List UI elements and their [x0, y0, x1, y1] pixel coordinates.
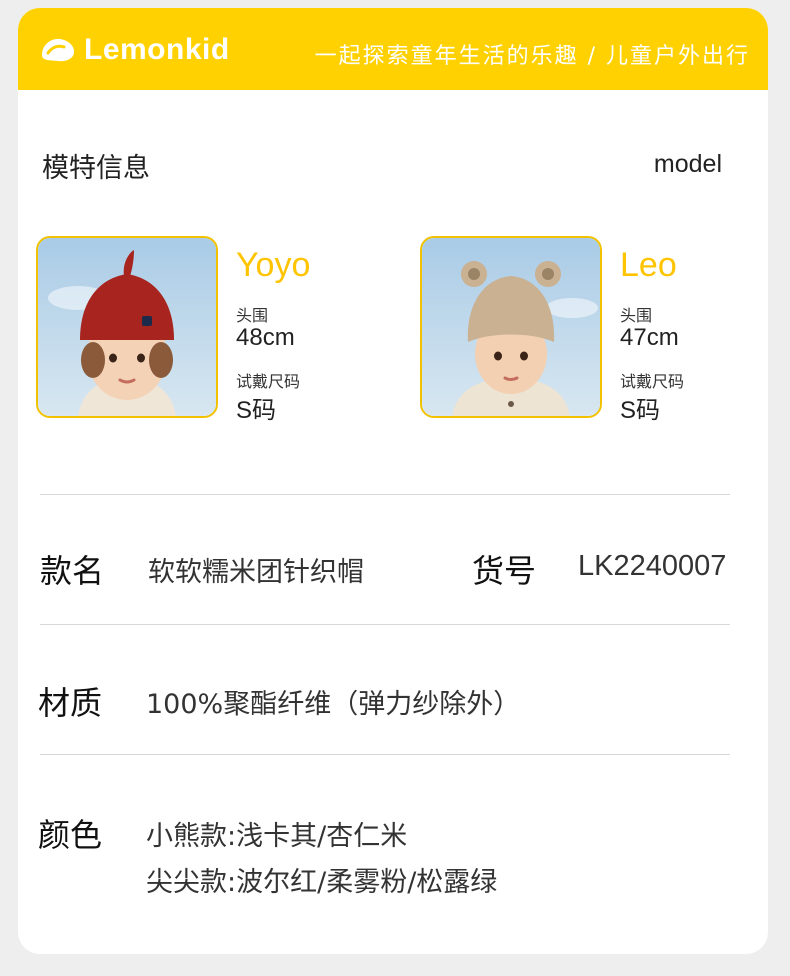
head-value: 48cm	[236, 324, 295, 351]
head-label: 头围	[236, 306, 269, 325]
divider	[40, 754, 730, 755]
brand-name: Lemonkid	[84, 33, 230, 66]
model-name: Leo	[620, 246, 677, 284]
slogan: 一起探索童年生活的乐趣 / 儿童户外出行	[314, 44, 750, 69]
model-card-yoyo: Yoyo 头围 48cm 试戴尺码 S码	[36, 236, 376, 424]
sku-value: LK2240007	[578, 550, 727, 582]
size-label: 试戴尺码	[620, 372, 685, 391]
product-info-card: Lemonkid 一起探索童年生活的乐趣 / 儿童户外出行 模特信息 model	[18, 8, 768, 954]
color-line-bear: 小熊款:浅卡其/杏仁米	[146, 821, 408, 852]
material-label: 材质	[38, 684, 103, 722]
material-value: 100%聚酯纤维（弹力纱除外）	[146, 689, 521, 720]
header-banner: Lemonkid 一起探索童年生活的乐趣 / 儿童户外出行	[18, 8, 768, 90]
color-line-pointy: 尖尖款:波尔红/柔雾粉/松露绿	[146, 867, 498, 898]
divider	[40, 624, 730, 625]
sku-label: 货号	[472, 552, 537, 590]
model-photo-leo	[420, 236, 602, 418]
lemon-logo-icon	[42, 38, 75, 62]
size-label: 试戴尺码	[236, 372, 301, 391]
style-name-label: 款名	[40, 552, 105, 590]
brand-logo: Lemonkid	[38, 32, 230, 68]
model-name: Yoyo	[236, 246, 311, 284]
size-value: S码	[236, 397, 277, 424]
head-label: 头围	[620, 306, 653, 325]
models-section-title-en: model	[653, 150, 722, 178]
divider	[40, 494, 730, 495]
style-name-value: 软软糯米团针织帽	[148, 557, 364, 588]
models-section-title: 模特信息	[42, 153, 150, 184]
size-value: S码	[620, 397, 661, 424]
color-label: 颜色	[38, 816, 103, 854]
model-photo-yoyo	[36, 236, 218, 418]
head-value: 47cm	[620, 324, 679, 351]
model-card-leo: Leo 头围 47cm 试戴尺码 S码	[420, 236, 760, 424]
